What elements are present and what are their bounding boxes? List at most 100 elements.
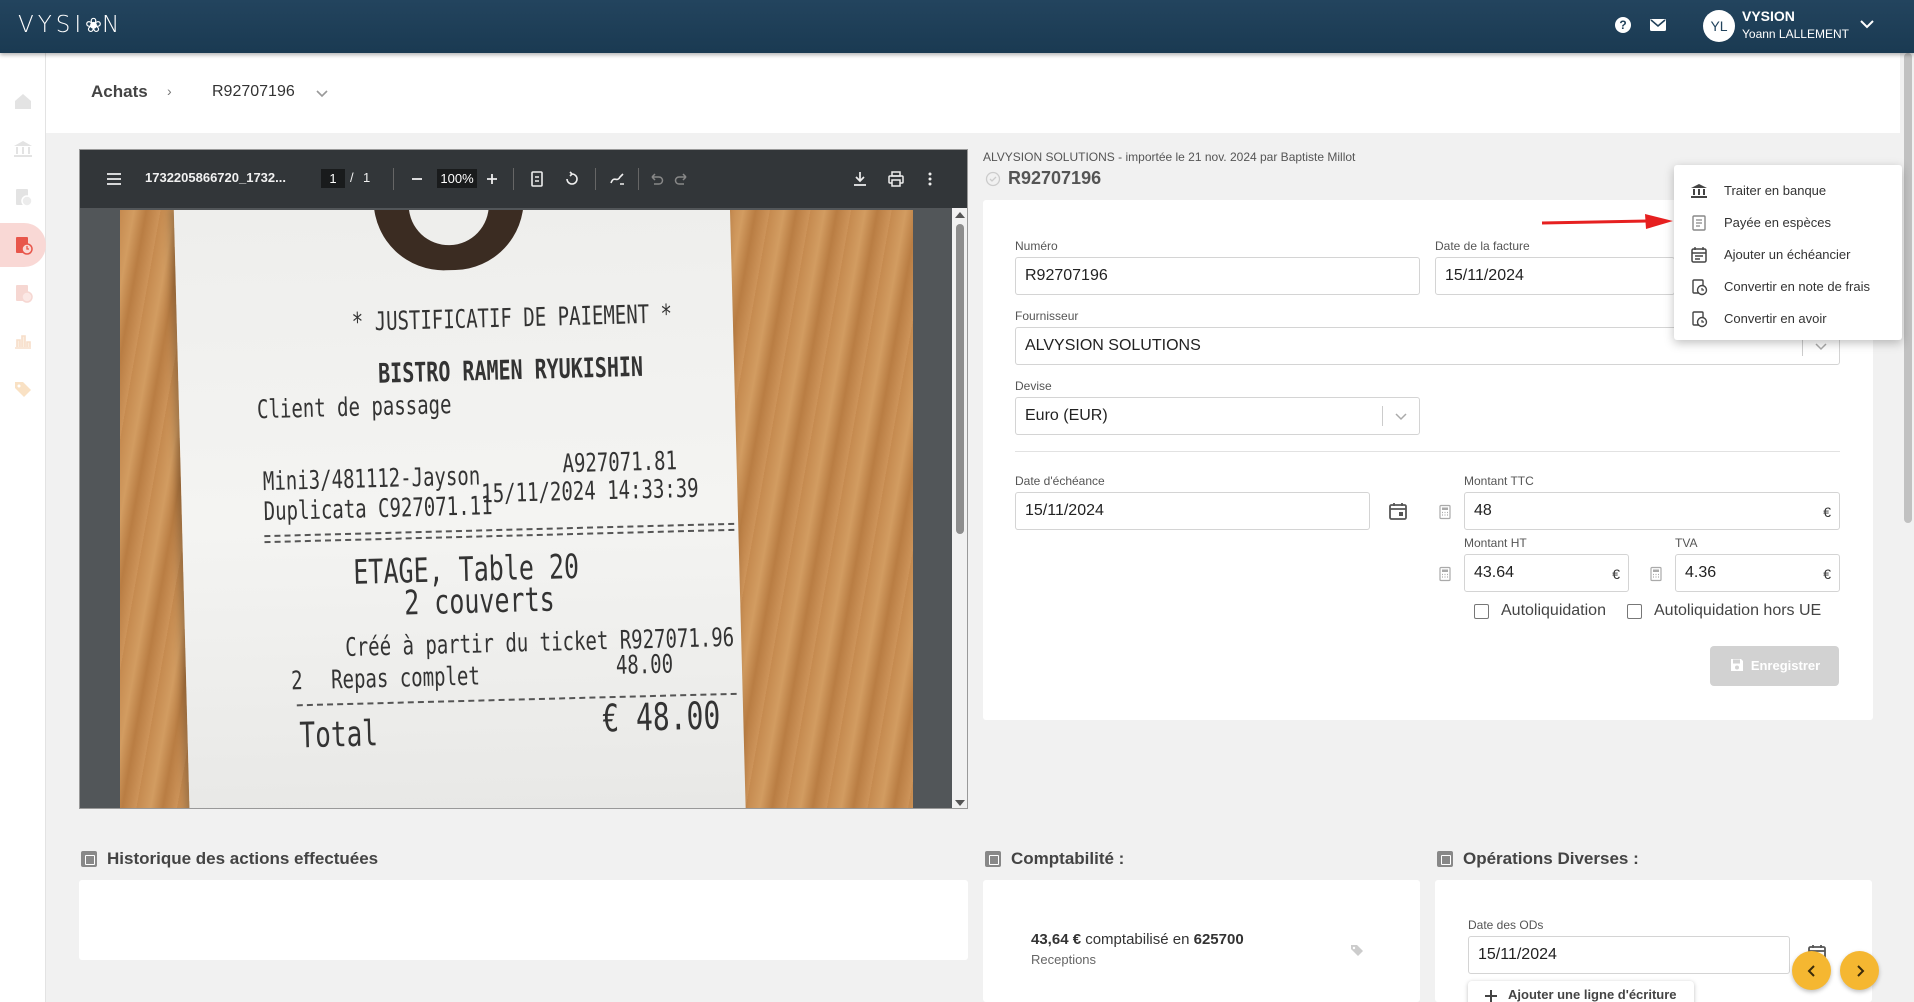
rotate-icon[interactable] bbox=[562, 169, 582, 189]
ht-field[interactable]: 43.64 € bbox=[1464, 554, 1629, 592]
calculator-icon[interactable] bbox=[1437, 504, 1453, 520]
app-logo[interactable]: VYSI❀N bbox=[18, 12, 123, 38]
echeance-label: Date d'échéance bbox=[1015, 474, 1105, 488]
od-date-field[interactable]: 15/11/2024 bbox=[1468, 936, 1790, 974]
pdf-filename: 1732205866720_1732... bbox=[145, 170, 286, 185]
select-divider bbox=[1382, 406, 1383, 426]
annotate-icon[interactable] bbox=[607, 169, 627, 189]
calculator-icon[interactable] bbox=[1648, 566, 1664, 582]
top-bar: VYSI❀N ? YL VYSION Yoann LALLEMENT bbox=[0, 0, 1914, 53]
sidebar-item-sales[interactable] bbox=[0, 175, 46, 219]
pdf-scrollbar-thumb[interactable] bbox=[956, 224, 964, 534]
calendar-icon[interactable] bbox=[1388, 501, 1408, 521]
receipt-logo bbox=[373, 210, 526, 273]
credit-note-icon bbox=[1692, 311, 1708, 328]
receipt-line: BISTRO RAMEN RYUKISHIN bbox=[377, 350, 644, 390]
menu-icon[interactable] bbox=[104, 169, 124, 189]
menu-item-convertir-note-frais[interactable]: Convertir en note de frais bbox=[1674, 271, 1902, 303]
form-divider bbox=[1015, 451, 1840, 452]
breadcrumb-document[interactable]: R92707196 bbox=[212, 83, 295, 101]
pdf-page-separator: / bbox=[350, 170, 354, 185]
redo-icon[interactable] bbox=[672, 169, 692, 189]
add-entry-line-button[interactable]: Ajouter une ligne d'écriture bbox=[1468, 981, 1694, 1002]
tva-field[interactable]: 4.36 € bbox=[1675, 554, 1840, 592]
chevron-down-icon[interactable] bbox=[1393, 408, 1409, 424]
receipt-line: 2 bbox=[290, 666, 304, 697]
next-button[interactable] bbox=[1840, 951, 1879, 990]
devise-value: Euro (EUR) bbox=[1025, 407, 1108, 424]
devise-select[interactable]: Euro (EUR) bbox=[1015, 397, 1420, 435]
sidebar-item-bank[interactable] bbox=[0, 127, 46, 171]
echeance-field[interactable]: 15/11/2024 bbox=[1015, 492, 1370, 530]
previous-button[interactable] bbox=[1792, 951, 1831, 990]
pdf-zoom-input[interactable]: 100% bbox=[437, 169, 477, 188]
avatar[interactable]: YL bbox=[1703, 10, 1735, 42]
help-icon[interactable]: ? bbox=[1613, 15, 1633, 35]
history-title: Historique des actions effectuées bbox=[107, 849, 379, 868]
sidebar-item-home[interactable] bbox=[0, 79, 46, 123]
page-scrollbar[interactable] bbox=[1902, 53, 1914, 1002]
undo-icon[interactable] bbox=[646, 169, 666, 189]
tva-label: TVA bbox=[1675, 536, 1698, 550]
menu-item-traiter-banque[interactable]: Traiter en banque bbox=[1674, 175, 1902, 207]
scroll-up-icon[interactable] bbox=[955, 212, 965, 218]
pdf-viewer: 1732205866720_1732... 1 / 1 100% * JUSTI… bbox=[79, 149, 968, 809]
logo-tail: N bbox=[101, 12, 124, 38]
pdf-scrollbar[interactable] bbox=[952, 208, 967, 808]
comptabilite-entry: 43,64 € comptabilisé en 625700 bbox=[1031, 931, 1244, 948]
ttc-value: 48 bbox=[1474, 502, 1492, 519]
receipt-image: * JUSTIFICATIF DE PAIEMENT * BISTRO RAME… bbox=[173, 210, 747, 808]
tag-icon bbox=[15, 382, 31, 397]
fit-page-icon[interactable] bbox=[527, 169, 547, 189]
print-icon[interactable] bbox=[886, 169, 906, 189]
menu-item-ajouter-echeancier[interactable]: Ajouter un échéancier bbox=[1674, 239, 1902, 271]
page-scrollbar-thumb[interactable] bbox=[1904, 53, 1912, 523]
ttc-label: Montant TTC bbox=[1464, 474, 1534, 488]
home-icon bbox=[15, 94, 31, 109]
sidebar bbox=[0, 53, 46, 1002]
scroll-down-icon[interactable] bbox=[955, 800, 965, 806]
autoliquidation-hors-ue-label[interactable]: Autoliquidation hors UE bbox=[1654, 602, 1821, 620]
tag-icon[interactable] bbox=[1349, 942, 1365, 958]
document-meta: ALVYSION SOLUTIONS - importée le 21 nov.… bbox=[983, 150, 1356, 164]
breadcrumb-separator: › bbox=[167, 83, 172, 99]
logo-text: VYSI bbox=[18, 12, 86, 38]
comptabilite-amount: 43,64 € bbox=[1031, 931, 1082, 948]
calculator-icon[interactable] bbox=[1437, 566, 1453, 582]
pdf-page-input[interactable]: 1 bbox=[321, 169, 345, 188]
user-org[interactable]: VYSION bbox=[1742, 8, 1795, 24]
receipt-line: Créé à partir du ticket R927071.96 bbox=[344, 622, 735, 663]
zoom-out-icon[interactable] bbox=[407, 169, 427, 189]
sidebar-item-reports[interactable] bbox=[0, 319, 46, 363]
receipt-line: Repas complet bbox=[330, 661, 481, 696]
devise-label: Devise bbox=[1015, 379, 1052, 393]
receipt-line: * JUSTIFICATIF DE PAIEMENT * bbox=[351, 299, 673, 338]
ht-label: Montant HT bbox=[1464, 536, 1527, 550]
autoliquidation-checkbox[interactable] bbox=[1474, 604, 1489, 619]
comptabilite-section-icon bbox=[985, 851, 1001, 867]
receipt-line: Total bbox=[299, 714, 379, 757]
zoom-in-icon[interactable] bbox=[482, 169, 502, 189]
mail-icon[interactable] bbox=[1648, 15, 1668, 35]
menu-item-convertir-avoir[interactable]: Convertir en avoir bbox=[1674, 303, 1902, 335]
date-facture-field[interactable]: 15/11/2024 bbox=[1435, 257, 1675, 295]
comptabilite-title: Comptabilité : bbox=[1011, 849, 1125, 868]
ttc-field[interactable]: 48 € bbox=[1464, 492, 1840, 530]
bank-icon bbox=[14, 141, 32, 157]
autoliquidation-label[interactable]: Autoliquidation bbox=[1501, 602, 1606, 620]
breadcrumb-section[interactable]: Achats bbox=[91, 82, 148, 102]
sidebar-item-tags[interactable] bbox=[0, 367, 46, 411]
sidebar-item-purchases[interactable] bbox=[0, 223, 46, 267]
autoliquidation-hors-ue-checkbox[interactable] bbox=[1627, 604, 1642, 619]
menu-item-payee-especes[interactable]: Payée en espèces bbox=[1674, 207, 1902, 239]
chevron-down-icon[interactable] bbox=[1858, 15, 1876, 33]
chevron-down-icon[interactable] bbox=[1813, 338, 1829, 354]
numero-field[interactable]: R92707196 bbox=[1015, 257, 1420, 295]
save-button[interactable]: Enregistrer bbox=[1710, 646, 1839, 686]
user-name[interactable]: Yoann LALLEMENT bbox=[1742, 27, 1849, 41]
menu-item-label: Convertir en avoir bbox=[1724, 311, 1827, 326]
download-icon[interactable] bbox=[850, 169, 870, 189]
more-vertical-icon[interactable] bbox=[920, 169, 940, 189]
chevron-down-icon[interactable] bbox=[314, 85, 330, 101]
sidebar-item-expenses[interactable] bbox=[0, 271, 46, 315]
